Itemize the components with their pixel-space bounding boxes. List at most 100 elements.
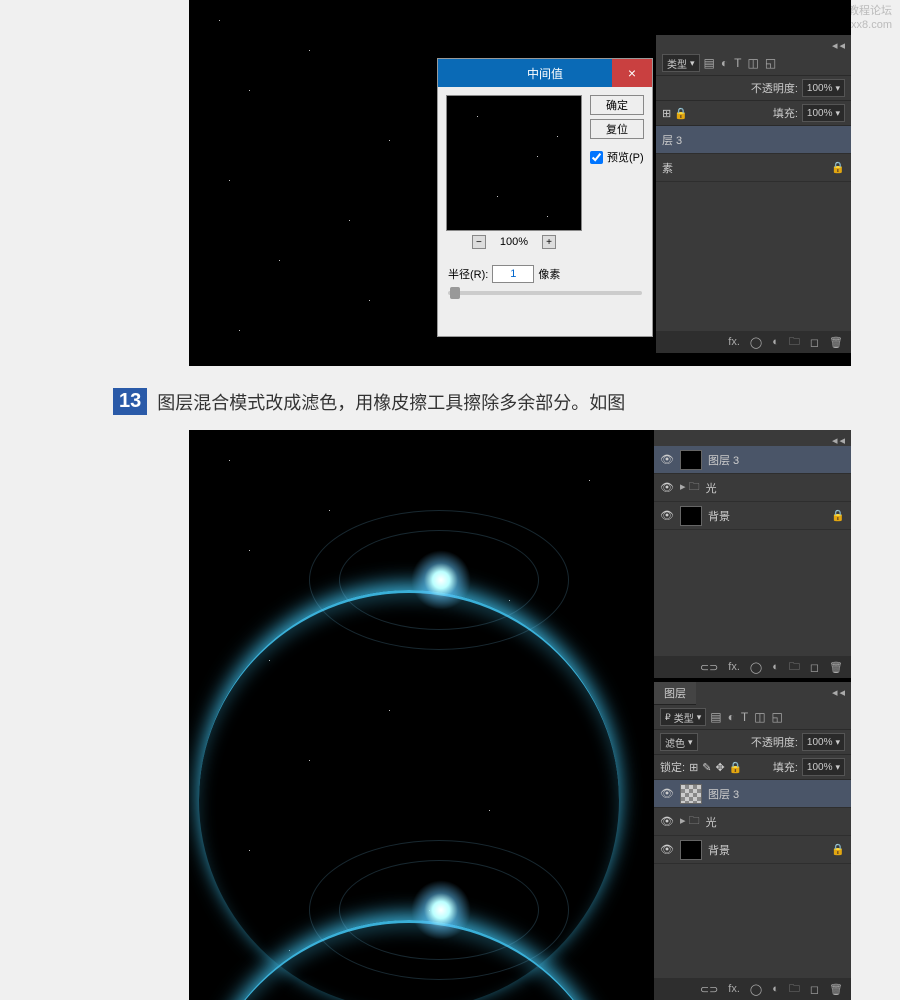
folder-toggle-icon[interactable]: ▸ 🗀 bbox=[680, 812, 700, 831]
mask-icon[interactable]: ◯ bbox=[750, 661, 762, 674]
panel-collapse-icon[interactable]: ◂◂ bbox=[832, 434, 847, 447]
visibility-icon[interactable]: 👁 bbox=[660, 481, 674, 494]
fx-icon[interactable]: fx. bbox=[728, 336, 740, 348]
smart-filter-icon[interactable]: ◱ bbox=[772, 710, 783, 724]
preview-label: 预览(P) bbox=[607, 149, 644, 165]
panel-collapse-icon[interactable]: ◂◂ bbox=[832, 39, 847, 52]
new-layer-icon[interactable]: ◻ bbox=[810, 661, 819, 674]
trash-icon[interactable]: 🗑 bbox=[829, 983, 843, 996]
layer-row[interactable]: 层 3 bbox=[656, 126, 851, 154]
layers-panel-top: ◂◂ 类型▾ ▤ ◐ T ◫ ◱ 不透明度: 100%▾ ⊞ 🔒 填充: 100… bbox=[656, 35, 851, 353]
mask-icon[interactable]: ◯ bbox=[750, 336, 762, 349]
blend-mode-select[interactable]: 滤色▾ bbox=[660, 733, 698, 751]
layer-row[interactable]: 👁 背景 🔒 bbox=[654, 836, 851, 864]
fx-icon[interactable]: fx. bbox=[728, 661, 740, 673]
mask-icon[interactable]: ◯ bbox=[750, 983, 762, 996]
lock-transparent-icon[interactable]: ⊞ bbox=[689, 761, 698, 774]
folder-icon[interactable]: 🗀 bbox=[789, 658, 800, 677]
step-instruction: 13 图层混合模式改成滤色，用橡皮擦工具擦除多余部分。如图 bbox=[113, 388, 625, 415]
fx-icon[interactable]: fx. bbox=[728, 983, 740, 995]
lens-flare bbox=[411, 550, 471, 610]
folder-icon[interactable]: 🗀 bbox=[789, 980, 800, 999]
filter-type-select[interactable]: ₽类型▾ bbox=[660, 708, 706, 726]
layer-thumbnail bbox=[680, 506, 702, 526]
fill-input[interactable]: 100%▾ bbox=[802, 104, 845, 122]
visibility-icon[interactable]: 👁 bbox=[660, 843, 674, 856]
trash-icon[interactable]: 🗑 bbox=[829, 661, 843, 674]
layer-name: 背景 bbox=[708, 842, 730, 858]
preview-thumbnail[interactable] bbox=[446, 95, 582, 231]
shape-filter-icon[interactable]: ◫ bbox=[754, 710, 765, 724]
layer-row[interactable]: 素 🔒 bbox=[656, 154, 851, 182]
shape-filter-icon[interactable]: ◫ bbox=[747, 56, 758, 70]
new-layer-icon[interactable]: ◻ bbox=[810, 983, 819, 996]
adjustment-icon[interactable]: ◐ bbox=[772, 661, 779, 673]
opacity-label: 不透明度: bbox=[751, 734, 798, 750]
visibility-icon[interactable]: 👁 bbox=[660, 787, 674, 800]
slider-thumb[interactable] bbox=[450, 287, 460, 299]
adjustment-icon[interactable]: ◐ bbox=[772, 983, 779, 995]
lens-flare bbox=[411, 880, 471, 940]
opacity-input[interactable]: 100%▾ bbox=[802, 79, 845, 97]
screenshot-bottom: ◂◂ 👁 图层 3 👁 ▸ 🗀 光 👁 背景 🔒 ⊂⊃ fx. ◯ ◐ 🗀 ◻ … bbox=[189, 430, 851, 1000]
visibility-icon[interactable]: 👁 bbox=[660, 815, 674, 828]
lock-position-icon[interactable]: ✥ bbox=[716, 761, 725, 774]
text-filter-icon[interactable]: T bbox=[741, 710, 748, 724]
adjustment-icon[interactable]: ◐ bbox=[772, 336, 779, 348]
trash-icon[interactable]: 🗑 bbox=[829, 336, 843, 349]
panel-footer: ⊂⊃ fx. ◯ ◐ 🗀 ◻ 🗑 bbox=[654, 978, 851, 1000]
lock-icon: 🔒 bbox=[831, 161, 845, 174]
link-icon[interactable]: ⊂⊃ bbox=[700, 983, 718, 996]
folder-toggle-icon[interactable]: ▸ 🗀 bbox=[680, 478, 700, 497]
layer-row[interactable]: 👁 ▸ 🗀 光 bbox=[654, 808, 851, 836]
preview-checkbox[interactable] bbox=[590, 151, 603, 164]
panel-footer: ⊂⊃ fx. ◯ ◐ 🗀 ◻ 🗑 bbox=[654, 656, 851, 678]
radius-slider[interactable] bbox=[448, 291, 642, 295]
layer-row[interactable]: 👁 ▸ 🗀 光 bbox=[654, 474, 851, 502]
opacity-input[interactable]: 100%▾ bbox=[802, 733, 845, 751]
panel-footer: fx. ◯ ◐ 🗀 ◻ 🗑 bbox=[656, 331, 851, 353]
visibility-icon[interactable]: 👁 bbox=[660, 509, 674, 522]
layer-name: 素 bbox=[662, 160, 673, 176]
ok-button[interactable]: 确定 bbox=[590, 95, 644, 115]
reset-button[interactable]: 复位 bbox=[590, 119, 644, 139]
layer-row[interactable]: 👁 图层 3 bbox=[654, 446, 851, 474]
visibility-icon[interactable]: 👁 bbox=[660, 453, 674, 466]
layer-name: 层 3 bbox=[662, 132, 682, 148]
screenshot-top: 中间值 × − 100% + 确定 复位 bbox=[189, 0, 851, 366]
zoom-in-button[interactable]: + bbox=[542, 235, 556, 249]
folder-icon[interactable]: 🗀 bbox=[789, 333, 800, 352]
lock-icon: 🔒 bbox=[831, 843, 845, 856]
radius-input[interactable] bbox=[492, 265, 534, 283]
image-filter-icon[interactable]: ▤ bbox=[710, 710, 721, 724]
lock-label: 锁定: bbox=[660, 759, 685, 775]
zoom-out-button[interactable]: − bbox=[472, 235, 486, 249]
close-icon: × bbox=[628, 65, 636, 81]
smart-filter-icon[interactable]: ◱ bbox=[765, 56, 776, 70]
layer-name: 光 bbox=[706, 814, 717, 830]
layer-row[interactable]: 👁 图层 3 bbox=[654, 780, 851, 808]
dialog-titlebar[interactable]: 中间值 × bbox=[438, 59, 652, 87]
chevron-down-icon: ▾ bbox=[697, 712, 702, 723]
adjust-filter-icon[interactable]: ◐ bbox=[728, 710, 735, 724]
adjust-filter-icon[interactable]: ◐ bbox=[721, 56, 728, 70]
layers-panel-lower: ◂◂ 图层 ₽类型▾ ▤ ◐ T ◫ ◱ 滤色▾ 不透明度: 100%▾ 锁定:… bbox=[654, 682, 851, 1000]
lock-all-icon[interactable]: 🔒 bbox=[729, 761, 743, 774]
panel-collapse-icon[interactable]: ◂◂ bbox=[832, 686, 847, 699]
step-number: 13 bbox=[113, 388, 147, 415]
image-filter-icon[interactable]: ▤ bbox=[704, 56, 715, 70]
fill-input[interactable]: 100%▾ bbox=[802, 758, 845, 776]
lock-icons[interactable]: ⊞ 🔒 bbox=[662, 107, 688, 120]
layer-row[interactable]: 👁 背景 🔒 bbox=[654, 502, 851, 530]
new-layer-icon[interactable]: ◻ bbox=[810, 336, 819, 349]
layer-name: 图层 3 bbox=[708, 786, 739, 802]
lock-paint-icon[interactable]: ✎ bbox=[702, 761, 711, 774]
close-button[interactable]: × bbox=[612, 59, 652, 87]
layers-tab[interactable]: 图层 bbox=[654, 682, 696, 705]
fill-label: 填充: bbox=[773, 759, 798, 775]
link-icon[interactable]: ⊂⊃ bbox=[700, 661, 718, 674]
plus-icon: + bbox=[546, 237, 552, 248]
text-filter-icon[interactable]: T bbox=[734, 56, 741, 70]
filter-type-select[interactable]: 类型▾ bbox=[662, 54, 700, 72]
layers-panel-upper: ◂◂ 👁 图层 3 👁 ▸ 🗀 光 👁 背景 🔒 ⊂⊃ fx. ◯ ◐ 🗀 ◻ … bbox=[654, 430, 851, 678]
